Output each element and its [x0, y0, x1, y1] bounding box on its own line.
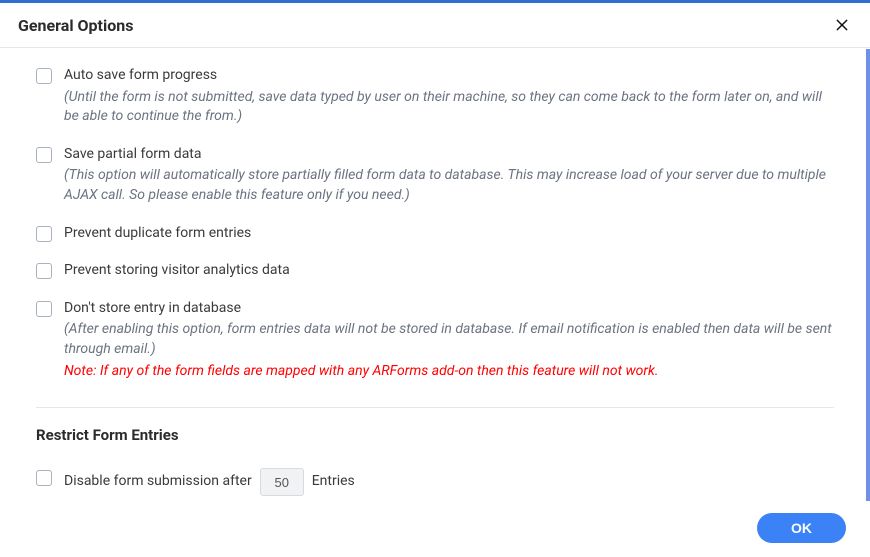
dialog-title: General Options — [18, 16, 133, 35]
option-dont-store: Don't store entry in database (After ena… — [36, 293, 834, 393]
option-label: Auto save form progress — [64, 66, 834, 86]
option-prevent-duplicate: Prevent duplicate form entries — [36, 218, 834, 256]
section-divider — [36, 407, 834, 408]
option-desc: (After enabling this option, form entrie… — [64, 320, 834, 359]
section-title-restrict: Restrict Form Entries — [36, 426, 834, 444]
checkbox-save-partial[interactable] — [36, 147, 52, 163]
dialog-body: Auto save form progress (Until the form … — [0, 48, 870, 505]
option-label: Don't store entry in database — [64, 299, 834, 319]
checkbox-prevent-analytics[interactable] — [36, 263, 52, 279]
checkbox-dont-store[interactable] — [36, 301, 52, 317]
close-button[interactable] — [830, 13, 854, 37]
option-label: Prevent storing visitor analytics data — [64, 261, 834, 281]
dialog-footer: OK — [0, 501, 870, 557]
dialog-header: General Options — [0, 3, 870, 48]
option-auto-save: Auto save form progress (Until the form … — [36, 60, 834, 139]
option-note: Note: If any of the form fields are mapp… — [64, 362, 834, 382]
checkbox-disable-after[interactable] — [36, 470, 52, 486]
option-prevent-analytics: Prevent storing visitor analytics data — [36, 255, 834, 293]
option-desc: (This option will automatically store pa… — [64, 166, 834, 205]
option-label: Prevent duplicate form entries — [64, 224, 834, 244]
close-icon — [834, 17, 850, 33]
entries-limit-input[interactable] — [260, 468, 304, 496]
option-label-prefix: Disable form submission after — [64, 472, 252, 492]
checkbox-auto-save[interactable] — [36, 68, 52, 84]
option-save-partial: Save partial form data (This option will… — [36, 139, 834, 218]
option-desc: (Until the form is not submitted, save d… — [64, 88, 834, 127]
option-label: Save partial form data — [64, 145, 834, 165]
ok-button[interactable]: OK — [757, 513, 846, 543]
option-label-suffix: Entries — [312, 472, 355, 492]
checkbox-prevent-duplicate[interactable] — [36, 226, 52, 242]
scrollbar-indicator[interactable] — [866, 49, 870, 507]
option-disable-after: Disable form submission after Entries — [36, 462, 834, 505]
